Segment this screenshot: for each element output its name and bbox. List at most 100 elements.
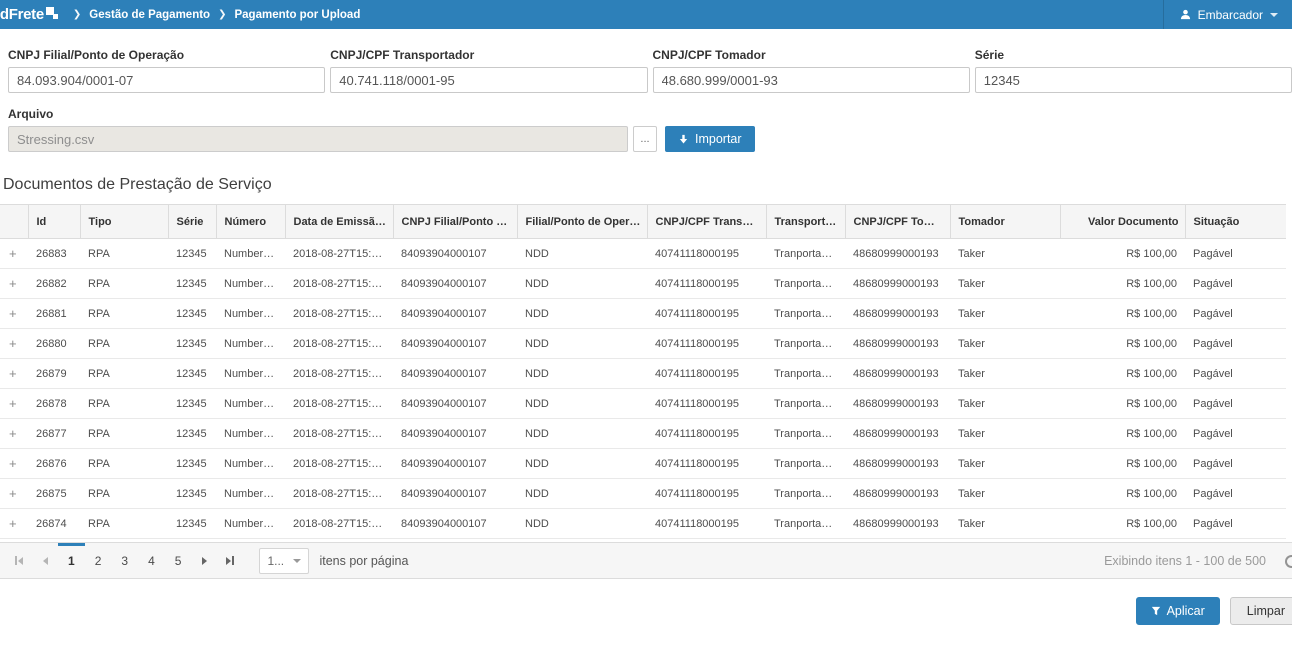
cell-serie: 12345	[168, 329, 216, 359]
cell-tipo: RPA	[80, 239, 168, 269]
last-page-button[interactable]	[217, 543, 243, 578]
column-header-numero[interactable]: Número	[216, 205, 285, 239]
table-row: +26880RPA12345Number4622018-08-27T15:27:…	[0, 329, 1286, 359]
file-upload-row: Arquivo ... Importar	[0, 93, 1292, 152]
cell-situacao: Pagável	[1185, 449, 1286, 479]
cnpj-filial-input[interactable]	[8, 67, 325, 93]
top-header-bar: ddFrete ❯ Gestão de Pagamento ❯ Pagament…	[0, 0, 1292, 29]
cell-serie: 12345	[168, 299, 216, 329]
app-logo[interactable]: ddFrete	[0, 6, 61, 23]
cell-situacao: Pagável	[1185, 359, 1286, 389]
page-button-4[interactable]: 4	[138, 543, 165, 578]
column-header-filial[interactable]: Filial/Ponto de Operação	[517, 205, 647, 239]
column-header-situacao[interactable]: Situação	[1185, 205, 1286, 239]
cell-tomador: Taker	[950, 389, 1060, 419]
expand-row-button[interactable]: +	[0, 389, 28, 419]
chevron-down-icon	[1270, 13, 1278, 17]
bottom-actions: Aplicar Limpar	[0, 597, 1292, 625]
cell-tomador: Taker	[950, 479, 1060, 509]
chevron-down-icon	[293, 559, 301, 563]
cell-id: 26883	[28, 239, 80, 269]
expand-row-button[interactable]: +	[0, 299, 28, 329]
refresh-icon[interactable]	[1285, 555, 1292, 568]
page-size-dropdown[interactable]: 1...	[259, 548, 309, 574]
cell-data_emissao: 2018-08-27T15:27:51.517	[285, 239, 393, 269]
cnpj-tomador-input[interactable]	[653, 67, 970, 93]
column-label: CNPJ/CPF Tomador	[854, 216, 951, 228]
field-cnpj-tomador: CNPJ/CPF Tomador	[653, 48, 970, 93]
column-header-cnpj_transportador[interactable]: CNPJ/CPF Transportador	[647, 205, 766, 239]
cell-filial: NDD	[517, 449, 647, 479]
clear-button[interactable]: Limpar	[1230, 597, 1292, 625]
cell-numero: Number464	[216, 269, 285, 299]
column-header-id[interactable]: Id	[28, 205, 80, 239]
expand-row-button[interactable]: +	[0, 329, 28, 359]
column-header-tomador[interactable]: Tomador	[950, 205, 1060, 239]
page-button-5[interactable]: 5	[165, 543, 192, 578]
cnpj-transportador-input[interactable]	[330, 67, 647, 93]
page-size-value: 1...	[267, 554, 284, 568]
page-size-suffix: itens por página	[319, 554, 408, 568]
column-header-tipo[interactable]: Tipo	[80, 205, 168, 239]
apply-button-label: Aplicar	[1167, 604, 1205, 618]
next-page-button[interactable]	[191, 543, 217, 578]
expand-row-button[interactable]: +	[0, 239, 28, 269]
column-header-serie[interactable]: Série	[168, 205, 216, 239]
breadcrumb-pagamento-por-upload[interactable]: Pagamento por Upload	[234, 9, 360, 21]
table-row: +26874RPA12345Number4562018-08-27T15:27:…	[0, 509, 1286, 539]
column-header-cnpj_filial[interactable]: CNPJ Filial/Ponto de Operação	[393, 205, 517, 239]
page-button-2[interactable]: 2	[85, 543, 112, 578]
cell-serie: 12345	[168, 509, 216, 539]
column-header-data_emissao[interactable]: Data de Emissão↓	[285, 205, 393, 239]
column-label: Data de Emissão	[294, 216, 386, 228]
expand-row-button[interactable]: +	[0, 449, 28, 479]
cell-cnpj_tomador: 48680999000193	[845, 269, 950, 299]
cell-numero: Number461	[216, 359, 285, 389]
first-page-button[interactable]	[6, 543, 32, 578]
column-header-expand	[0, 205, 28, 239]
cell-cnpj_transportador: 40741118000195	[647, 419, 766, 449]
cell-situacao: Pagável	[1185, 419, 1286, 449]
user-menu-embarcador[interactable]: Embarcador	[1163, 0, 1292, 29]
table-row: +26878RPA12345Number4602018-08-27T15:27:…	[0, 389, 1286, 419]
cell-valor: R$ 100,00	[1060, 269, 1185, 299]
cell-cnpj_filial: 84093904000107	[393, 299, 517, 329]
cell-cnpj_filial: 84093904000107	[393, 419, 517, 449]
serie-input[interactable]	[975, 67, 1292, 93]
cell-tipo: RPA	[80, 269, 168, 299]
cell-filial: NDD	[517, 269, 647, 299]
column-label: Valor Documento	[1088, 216, 1178, 228]
cell-transportador: Tranportador 1	[766, 449, 845, 479]
cell-numero: Number463	[216, 299, 285, 329]
browse-file-button[interactable]: ...	[633, 126, 657, 152]
column-header-valor[interactable]: Valor Documento	[1060, 205, 1185, 239]
cell-cnpj_filial: 84093904000107	[393, 239, 517, 269]
table-row: +26882RPA12345Number4642018-08-27T15:27:…	[0, 269, 1286, 299]
previous-page-button[interactable]	[32, 543, 58, 578]
expand-row-button[interactable]: +	[0, 359, 28, 389]
cell-tipo: RPA	[80, 449, 168, 479]
cell-tipo: RPA	[80, 359, 168, 389]
column-header-transportador[interactable]: Transportador	[766, 205, 845, 239]
cell-id: 26882	[28, 269, 80, 299]
column-label: Número	[225, 216, 267, 228]
apply-button[interactable]: Aplicar	[1136, 597, 1220, 625]
cell-numero: Number457	[216, 479, 285, 509]
cell-id: 26878	[28, 389, 80, 419]
expand-row-button[interactable]: +	[0, 509, 28, 539]
cell-numero: Number460	[216, 389, 285, 419]
expand-row-button[interactable]: +	[0, 269, 28, 299]
cell-cnpj_tomador: 48680999000193	[845, 389, 950, 419]
cell-data_emissao: 2018-08-27T15:27:49.1	[285, 509, 393, 539]
cell-tomador: Taker	[950, 269, 1060, 299]
breadcrumb-gestao-de-pagamento[interactable]: Gestão de Pagamento	[89, 9, 210, 21]
cell-serie: 12345	[168, 479, 216, 509]
page-button-1[interactable]: 1	[58, 543, 85, 578]
expand-row-button[interactable]: +	[0, 479, 28, 509]
expand-row-button[interactable]: +	[0, 419, 28, 449]
import-button[interactable]: Importar	[665, 126, 755, 152]
page-button-3[interactable]: 3	[111, 543, 138, 578]
cell-id: 26874	[28, 509, 80, 539]
cell-valor: R$ 100,00	[1060, 359, 1185, 389]
column-header-cnpj_tomador[interactable]: CNPJ/CPF Tomador	[845, 205, 950, 239]
